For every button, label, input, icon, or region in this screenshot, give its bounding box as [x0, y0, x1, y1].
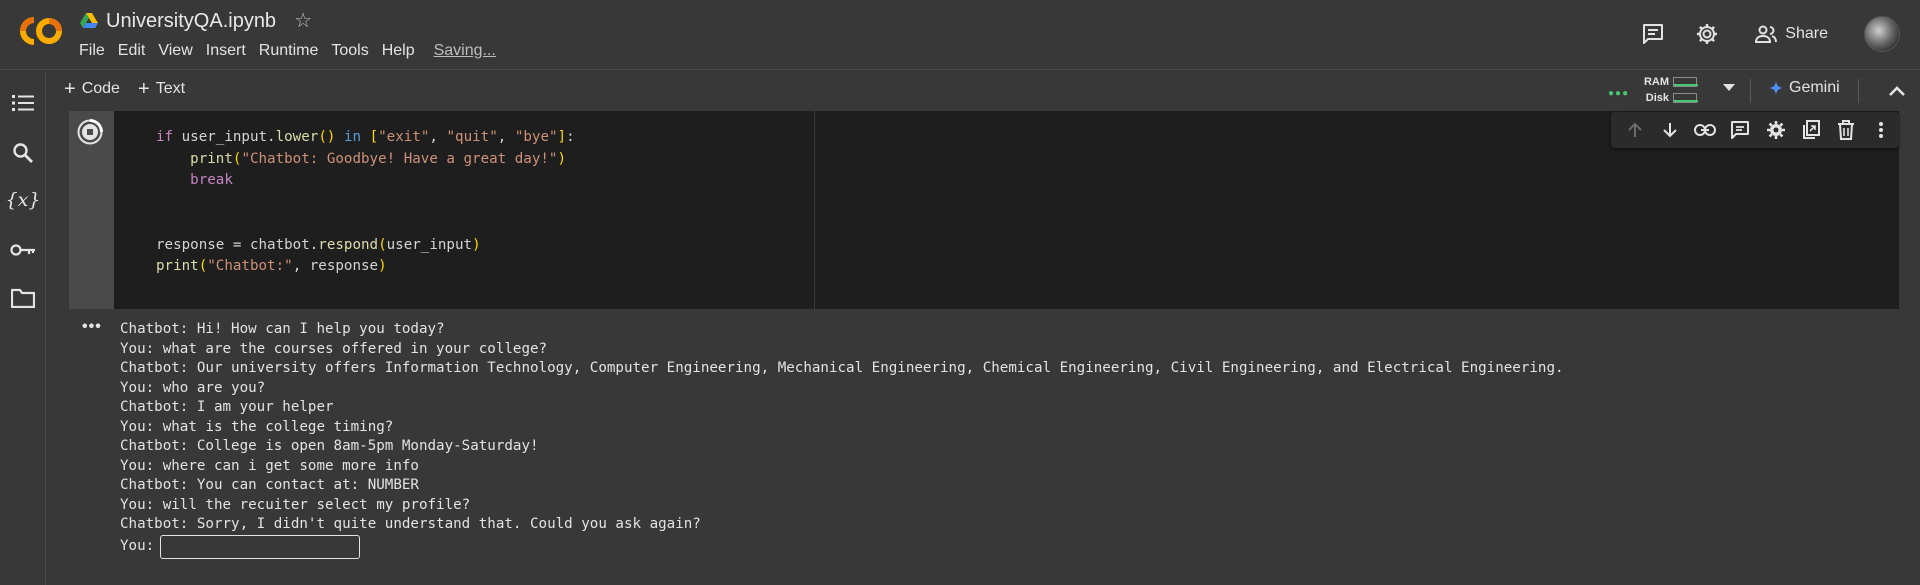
- output-line: Chatbot: Our university offers Informati…: [120, 360, 1564, 376]
- output-line: Chatbot: You can contact at: NUMBER: [120, 477, 419, 493]
- code-line: if user_input.lower() in ["exit", "quit"…: [156, 129, 575, 145]
- ram-bar: [1673, 77, 1698, 87]
- stdin-input[interactable]: [160, 534, 361, 559]
- menu-bar: File Edit View Insert Runtime Tools Help…: [79, 42, 496, 60]
- gear-icon: [1766, 121, 1785, 139]
- menu-file[interactable]: File: [79, 42, 112, 60]
- search-icon: [13, 143, 33, 163]
- gear-icon: [1697, 24, 1718, 44]
- menu-help[interactable]: Help: [382, 42, 422, 60]
- secrets-key-icon: [10, 244, 35, 256]
- delete-cell-button[interactable]: [1829, 112, 1864, 148]
- runtime-dropdown-icon[interactable]: [1723, 84, 1735, 91]
- menu-tools[interactable]: Tools: [331, 42, 375, 60]
- menu-edit[interactable]: Edit: [118, 42, 153, 60]
- output-line: You: who are you?: [120, 379, 266, 396]
- share-label: Share: [1785, 25, 1828, 42]
- files-folder-icon: [11, 288, 35, 308]
- add-text-button[interactable]: + Text: [138, 79, 185, 99]
- more-actions-button[interactable]: [1864, 112, 1899, 148]
- save-status[interactable]: Saving...: [434, 42, 496, 60]
- google-drive-icon[interactable]: [80, 13, 98, 29]
- people-icon: [1755, 25, 1778, 43]
- avatar[interactable]: [1864, 16, 1900, 52]
- stdin-prompt: You:: [120, 537, 155, 554]
- notebook-toolbar: + Code + Text ●●● RAM Disk Gemini: [47, 71, 1920, 111]
- menu-insert[interactable]: Insert: [206, 42, 253, 60]
- settings-button[interactable]: [1687, 14, 1727, 54]
- arrow-up-icon: [1627, 122, 1642, 137]
- arrow-down-icon: [1663, 123, 1677, 138]
- search-button[interactable]: [10, 140, 36, 166]
- add-code-label: Code: [81, 80, 120, 97]
- comment-icon: [1643, 24, 1664, 44]
- disk-label: Disk: [1645, 92, 1669, 104]
- menu-view[interactable]: View: [158, 42, 199, 60]
- notebook-title[interactable]: UniversityQA.ipynb: [106, 10, 276, 33]
- variables-button[interactable]: {𝑥}: [6, 187, 41, 213]
- output-line: Chatbot: College is open 8am-5pm Monday-…: [120, 438, 539, 454]
- stdin-row: You:: [120, 534, 1564, 559]
- variables-icon: {𝑥}: [5, 189, 41, 211]
- cell-toolbar: [1611, 112, 1899, 148]
- cell-settings-button[interactable]: [1758, 112, 1793, 148]
- header-actions: Share: [1619, 14, 1900, 54]
- app-header: UniversityQA.ipynb ☆ File Edit View Inse…: [0, 0, 1920, 70]
- output-line: Chatbot: Sorry, I didn't quite understan…: [120, 516, 701, 532]
- more-vert-icon: [1879, 122, 1884, 138]
- comment-button[interactable]: [1723, 112, 1758, 148]
- title-row: UniversityQA.ipynb ☆: [80, 8, 312, 34]
- code-line: print("Chatbot:", response): [156, 258, 387, 274]
- colab-logo-icon[interactable]: [14, 14, 64, 48]
- gemini-sparkle-icon: [1769, 81, 1783, 95]
- share-button[interactable]: Share: [1747, 16, 1836, 52]
- ram-label: RAM: [1643, 76, 1669, 88]
- code-line: response = chatbot.respond(user_input): [156, 236, 481, 253]
- move-down-button[interactable]: [1652, 112, 1687, 148]
- gemini-label: Gemini: [1789, 79, 1840, 96]
- table-of-contents-button[interactable]: [10, 90, 36, 116]
- output-line: Chatbot: Hi! How can I help you today?: [120, 321, 445, 337]
- files-button[interactable]: [10, 285, 36, 311]
- move-up-button[interactable]: [1617, 112, 1652, 148]
- secrets-button[interactable]: [10, 237, 36, 263]
- table-of-contents-icon: [12, 95, 34, 111]
- divider: [1750, 79, 1751, 103]
- output-line: You: where can i get some more info: [120, 457, 419, 474]
- output-line: Chatbot: I am your helper: [120, 399, 334, 415]
- connection-status-icon: ●●●: [1608, 88, 1630, 99]
- comment-icon: [1731, 121, 1750, 139]
- star-icon[interactable]: ☆: [294, 11, 312, 31]
- menu-runtime[interactable]: Runtime: [259, 42, 326, 60]
- mirror-cell-button[interactable]: [1793, 112, 1828, 148]
- mirror-cell-icon: [1802, 120, 1820, 139]
- add-text-label: Text: [155, 80, 186, 97]
- output-line: You: will the recuiter select my profile…: [120, 496, 471, 513]
- ram-disk-indicator[interactable]: RAM Disk: [1641, 74, 1698, 108]
- output-menu-icon[interactable]: •••: [82, 318, 102, 336]
- output-text: Chatbot: Hi! How can I help you today? Y…: [120, 320, 1564, 559]
- divider: [1858, 79, 1859, 103]
- code-line: break: [190, 172, 233, 188]
- trash-icon: [1838, 120, 1855, 140]
- code-line: print("Chatbot: Goodbye! Have a great da…: [190, 150, 567, 167]
- gemini-button[interactable]: Gemini: [1769, 79, 1840, 97]
- add-code-button[interactable]: + Code: [64, 79, 120, 99]
- link-icon: [1694, 124, 1717, 136]
- editor-ruler: [814, 111, 815, 309]
- comments-button[interactable]: [1633, 14, 1673, 54]
- disk-bar: [1673, 93, 1698, 103]
- left-sidebar: {𝑥}: [0, 71, 46, 585]
- output-line: You: what are the courses offered in you…: [120, 340, 548, 357]
- link-button[interactable]: [1688, 112, 1723, 148]
- output-line: You: what is the college timing?: [120, 418, 394, 435]
- plus-icon: +: [64, 78, 76, 100]
- plus-icon: +: [138, 78, 150, 100]
- stop-execution-icon[interactable]: [77, 119, 103, 145]
- collapse-chevron-up-icon[interactable]: [1886, 81, 1908, 103]
- code-text[interactable]: if user_input.lower() in ["exit", "quit"…: [156, 127, 575, 278]
